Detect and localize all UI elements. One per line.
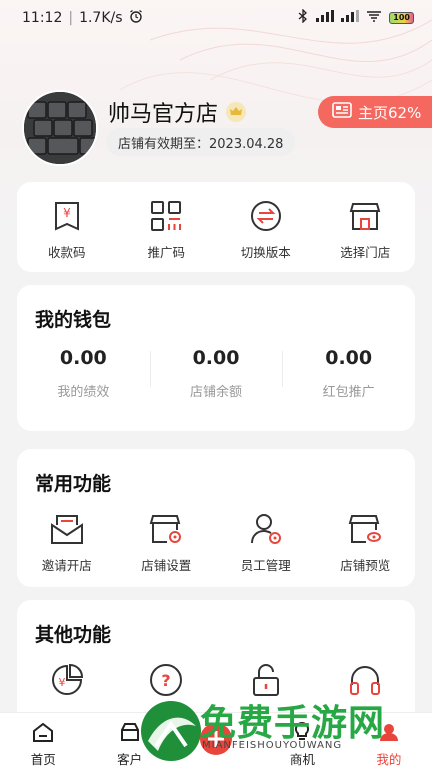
yuan-chart-icon: ¥ [49, 662, 85, 698]
svg-text:?: ? [162, 671, 171, 690]
signal-icon-2 [341, 10, 360, 26]
tab-home[interactable]: 首页 [0, 713, 86, 768]
quick-action-payment-code[interactable]: ¥ 收款码 [17, 182, 117, 272]
shop-name-text: 帅马官方店 [108, 102, 219, 127]
wallet-label: 店铺余额 [190, 385, 243, 400]
wallet-value: 0.00 [59, 347, 107, 369]
other-functions-title: 其他功能 [35, 624, 112, 646]
quick-action-label: 推广码 [147, 245, 185, 260]
home-page-button[interactable]: 主页62% [318, 96, 432, 128]
function-finance[interactable]: ¥ [17, 662, 117, 698]
status-time: 11:12 [22, 10, 63, 26]
home-page-label: 主页62% [358, 103, 422, 122]
wallet-title: 我的钱包 [35, 309, 112, 331]
quick-action-select-store[interactable]: 选择门店 [316, 182, 416, 272]
function-invite-store[interactable]: 邀请开店 [17, 511, 117, 574]
yuan-bookmark-icon: ¥ [49, 198, 85, 234]
avatar[interactable] [22, 90, 98, 166]
common-functions-title: 常用功能 [35, 473, 112, 495]
function-store-settings[interactable]: 店铺设置 [117, 511, 217, 574]
function-staff-management[interactable]: 员工管理 [216, 511, 316, 574]
wallet-value: 0.00 [192, 347, 240, 369]
store-settings-icon [148, 511, 184, 547]
quick-actions-card: ¥ 收款码 推广码 切换版本 选择门店 [17, 182, 415, 272]
battery-icon: 100 [389, 12, 414, 24]
invite-mail-icon [49, 511, 85, 547]
status-net-speed: 1.7K/s [79, 10, 123, 26]
switch-icon [248, 198, 284, 234]
function-label: 店铺设置 [141, 558, 192, 573]
function-label: 员工管理 [240, 558, 291, 573]
quick-action-switch-version[interactable]: 切换版本 [216, 182, 316, 272]
bluetooth-icon [297, 8, 309, 27]
wallet-value: 0.00 [325, 347, 373, 369]
qr-code-icon [148, 198, 184, 234]
tab-label: 首页 [30, 752, 56, 767]
svg-text:¥: ¥ [58, 676, 65, 689]
watermark-subtitle: MIANFEISHOUYOUWANG [202, 740, 343, 751]
unlock-icon [248, 662, 284, 698]
signal-icon [316, 10, 335, 26]
function-unlock[interactable] [216, 662, 316, 698]
function-store-preview[interactable]: 店铺预览 [316, 511, 416, 574]
headset-icon [347, 662, 383, 698]
status-bar: 11:12 | 1.7K/s 100 [0, 0, 432, 36]
wallet-card: 我的钱包 0.00 我的绩效 0.00 店铺余额 0.00 红包推广 [17, 285, 415, 431]
function-label: 邀请开店 [41, 558, 92, 573]
quick-action-promo-code[interactable]: 推广码 [117, 182, 217, 272]
watermark-logo: 免费手游网 MIANFEISHOUYOUWANG [128, 694, 432, 768]
common-functions-card: 常用功能 邀请开店 店铺设置 员工管理 店铺预览 [17, 449, 415, 587]
wifi-icon [366, 10, 382, 26]
quick-action-label: 切换版本 [240, 245, 291, 260]
alarm-icon [129, 9, 143, 27]
store-preview-icon [347, 511, 383, 547]
wallet-red-packet[interactable]: 0.00 红包推广 [282, 347, 415, 400]
function-help[interactable]: ? [117, 662, 217, 698]
function-customer-service[interactable] [316, 662, 416, 698]
crown-icon [226, 102, 247, 122]
card-icon [332, 102, 352, 122]
shop-name: 帅马官方店 [108, 96, 247, 128]
quick-action-label: 选择门店 [340, 245, 391, 260]
watermark-title: 免费手游网 [200, 702, 386, 744]
store-expiry-badge: 店铺有效期至：2023.04.28 [106, 128, 296, 156]
help-icon: ? [148, 662, 184, 698]
wallet-store-balance[interactable]: 0.00 店铺余额 [149, 347, 283, 400]
function-label: 店铺预览 [340, 558, 391, 573]
svg-text:¥: ¥ [63, 206, 71, 220]
store-icon [347, 198, 383, 234]
wallet-performance[interactable]: 0.00 我的绩效 [17, 347, 150, 400]
wallet-label: 红包推广 [322, 385, 375, 400]
quick-action-label: 收款码 [47, 245, 86, 260]
wallet-label: 我的绩效 [57, 385, 110, 400]
home-icon [32, 722, 54, 745]
staff-icon [248, 511, 284, 547]
